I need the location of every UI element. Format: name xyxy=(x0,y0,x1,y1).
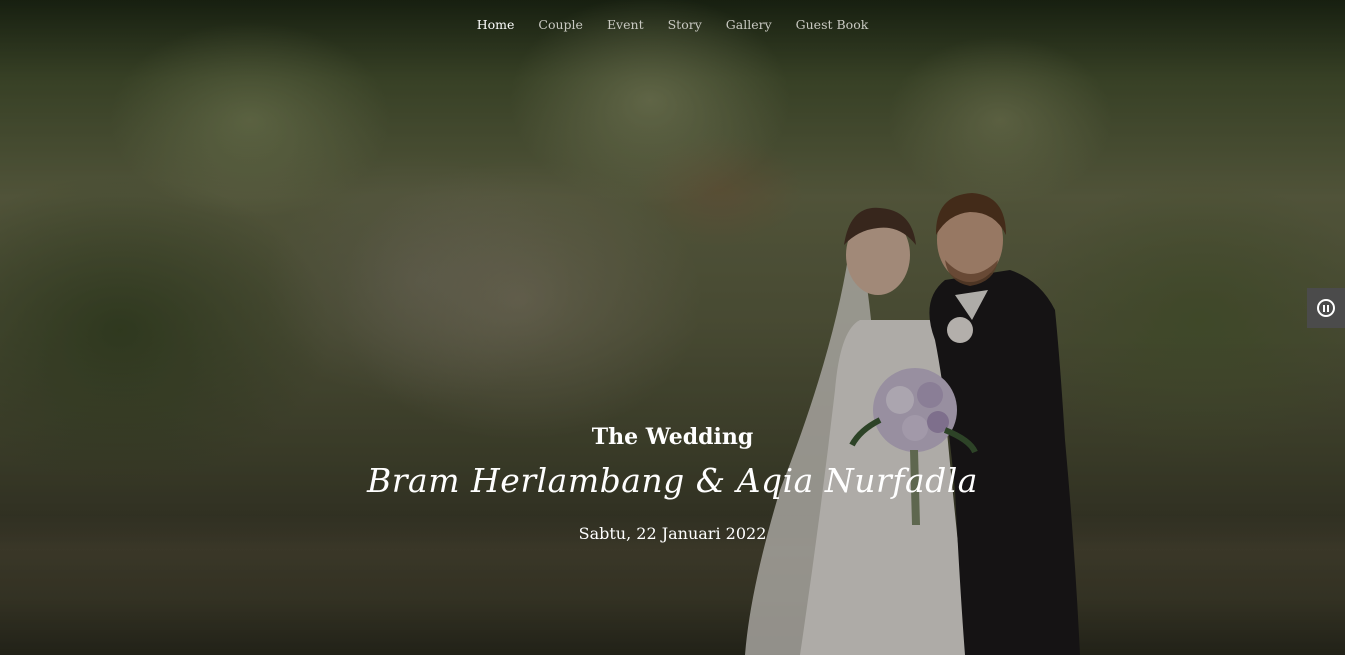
nav-item-gallery[interactable]: Gallery xyxy=(714,16,784,34)
pause-icon xyxy=(1317,299,1335,317)
music-toggle-button[interactable] xyxy=(1307,288,1345,328)
nav-item-guest-book[interactable]: Guest Book xyxy=(784,16,881,34)
event-date: Sabtu, 22 Januari 2022 xyxy=(578,524,767,543)
nav-item-home[interactable]: Home xyxy=(465,16,527,34)
dark-overlay xyxy=(0,0,1345,655)
nav-item-event[interactable]: Event xyxy=(595,16,656,34)
hero-heading: The Wedding xyxy=(591,424,754,450)
top-navigation: Home Couple Event Story Gallery Guest Bo… xyxy=(0,16,1345,34)
nav-item-story[interactable]: Story xyxy=(656,16,714,34)
couple-names: Bram Herlambang & Aqia Nurfadla xyxy=(367,461,978,500)
hero-section: Home Couple Event Story Gallery Guest Bo… xyxy=(0,0,1345,655)
nav-item-couple[interactable]: Couple xyxy=(526,16,595,34)
hero-title-block: The Wedding Bram Herlambang & Aqia Nurfa… xyxy=(0,420,1345,546)
